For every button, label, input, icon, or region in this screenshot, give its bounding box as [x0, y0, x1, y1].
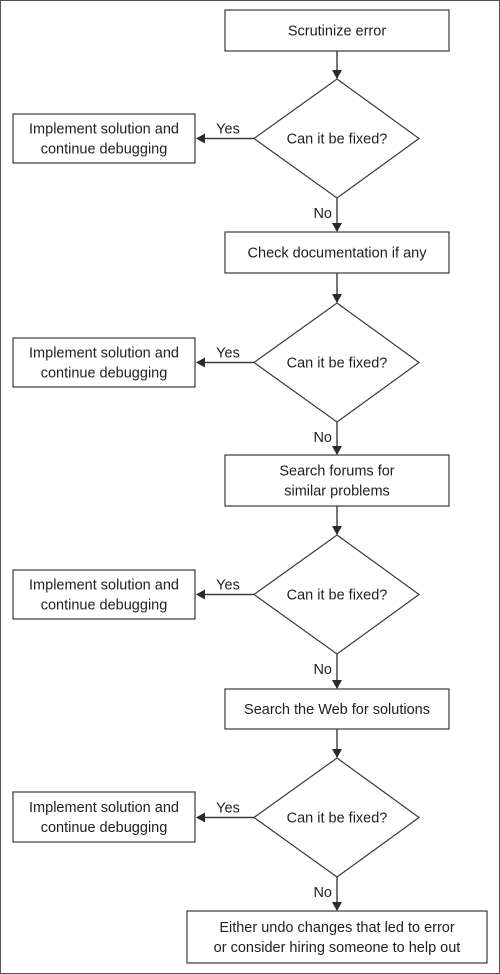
decision-diamond-decision1: Can it be fixed?: [252, 78, 421, 199]
outcome-box-text-line: Implement solution and: [29, 578, 179, 594]
arrowhead-icon: [332, 446, 342, 455]
outcome-box-fix4: Implement solution and continue debugging: [12, 791, 196, 843]
process-box-final: Either undo changes that led to error or …: [186, 910, 488, 964]
arrowhead-icon: [332, 223, 342, 232]
outcome-box-text-line: continue debugging: [41, 820, 168, 836]
yes-label: Yes: [216, 346, 240, 362]
outcome-box-text-line: Implement solution and: [29, 800, 179, 816]
decision-diamond-decision4: Can it be fixed?: [252, 757, 421, 878]
process-box-text-line: Search the Web for solutions: [244, 702, 430, 718]
outcome-box-text-line: Implement solution and: [29, 346, 179, 362]
decision-text-line: Can it be fixed?: [287, 588, 388, 604]
outcome-box-fix2: Implement solution and continue debugging: [12, 337, 196, 388]
arrowhead-icon: [196, 589, 205, 600]
yes-label: Yes: [216, 122, 240, 138]
process-box-text-line: Scrutinize error: [288, 24, 386, 40]
arrowhead-icon: [332, 70, 342, 79]
process-box-step1: Scrutinize error: [224, 9, 450, 52]
no-label: No: [313, 885, 332, 901]
arrowhead-icon: [332, 680, 342, 689]
nodes-layer: Scrutinize error Check documentation if a…: [12, 9, 488, 964]
outcome-box-fix1: Implement solution and continue debugging: [12, 113, 196, 164]
process-box-text-line: Search forums for: [279, 464, 394, 480]
arrowhead-icon: [196, 812, 205, 823]
process-box-step2: Check documentation if any: [224, 231, 450, 274]
arrowhead-icon: [332, 526, 342, 535]
arrowhead-icon: [332, 902, 342, 911]
yes-label: Yes: [216, 801, 240, 817]
process-box-text-line: Check documentation if any: [248, 246, 428, 262]
decision-text-line: Can it be fixed?: [287, 356, 388, 372]
process-box-step3: Search forums for similar problems: [224, 454, 450, 507]
arrowhead-icon: [332, 294, 342, 303]
flowchart: Yes No Yes No Yes No Yes No Scrutinize error Che…: [12, 9, 488, 964]
decision-diamond-decision2: Can it be fixed?: [252, 302, 421, 423]
no-label: No: [313, 662, 332, 678]
outcome-box-text-line: continue debugging: [41, 366, 168, 382]
decision-text-line: Can it be fixed?: [287, 132, 388, 148]
process-box-text-line: Either undo changes that led to error: [219, 920, 455, 936]
process-box-text-line: or consider hiring someone to help out: [214, 940, 461, 956]
outcome-box-text-line: Implement solution and: [29, 122, 179, 138]
process-box-text-line: similar problems: [284, 484, 390, 500]
no-label: No: [313, 430, 332, 446]
no-label: No: [313, 206, 332, 222]
arrowhead-icon: [332, 749, 342, 758]
decision-diamond-decision3: Can it be fixed?: [252, 534, 421, 655]
arrowhead-icon: [196, 133, 205, 144]
yes-label: Yes: [216, 578, 240, 594]
arrowhead-icon: [196, 357, 205, 368]
outcome-box-text-line: continue debugging: [41, 142, 168, 158]
outcome-box-fix3: Implement solution and continue debugging: [12, 569, 196, 620]
process-box-step4: Search the Web for solutions: [224, 688, 450, 730]
outcome-box-text-line: continue debugging: [41, 598, 168, 614]
decision-text-line: Can it be fixed?: [287, 811, 388, 827]
